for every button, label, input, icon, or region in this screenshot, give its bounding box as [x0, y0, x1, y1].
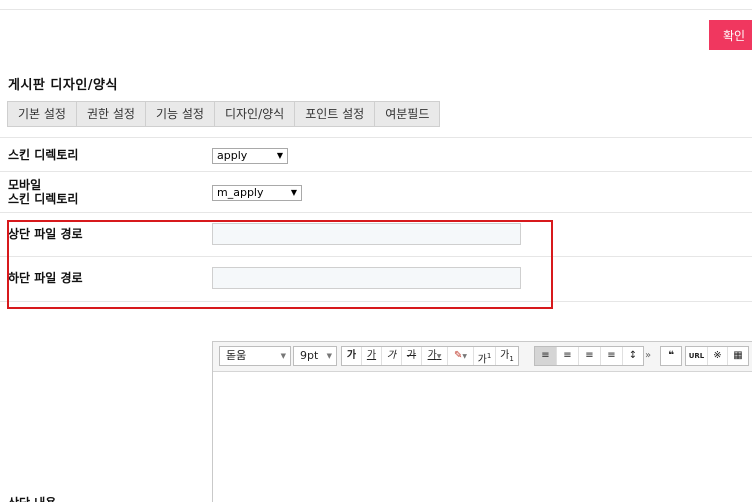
line-height-icon[interactable]: ↕ — [623, 347, 643, 365]
quote-group: ❝ — [660, 346, 682, 366]
skin-dir-value: apply — [217, 149, 248, 162]
align-center-icon[interactable]: ≡ — [557, 347, 579, 365]
highlight-color-button[interactable]: ✎▼ — [448, 347, 474, 365]
text-style-group: 가 가 가 가 가▼ ✎▼ 가1 가1 — [341, 346, 519, 366]
dropdown-arrow-icon: ▼ — [276, 151, 283, 160]
quote-icon[interactable]: ❝ — [661, 347, 681, 365]
section-title: 게시판 디자인/양식 — [8, 78, 118, 93]
top-divider — [0, 9, 752, 10]
skin-dir-label: 스킨 디렉토리 — [8, 148, 79, 162]
mobile-skin-dir-label: 모바일 스킨 디렉토리 — [8, 178, 78, 206]
subscript-mark-icon: 1 — [509, 355, 514, 363]
tab-point-settings[interactable]: 포인트 설정 — [295, 102, 376, 126]
table-icon[interactable]: ▦ — [728, 347, 748, 365]
settings-tabs: 기본 설정 권한 설정 기능 설정 디자인/양식 포인트 설정 여분필드 — [7, 101, 441, 127]
align-justify-icon[interactable]: ≡ — [601, 347, 623, 365]
italic-button[interactable]: 가 — [382, 347, 402, 365]
subscript-label: 가 — [500, 350, 510, 361]
chevron-down-icon: ▼ — [462, 353, 467, 360]
tab-feature-settings[interactable]: 기능 설정 — [146, 102, 215, 126]
align-right-icon[interactable]: ≡ — [579, 347, 601, 365]
font-size-value: 9pt — [300, 349, 319, 362]
mobile-skin-dir-value: m_apply — [217, 186, 264, 199]
dropdown-arrow-icon: ▼ — [290, 188, 297, 197]
row-divider — [0, 171, 752, 172]
dropdown-arrow-icon: ▼ — [326, 352, 332, 360]
top-content-label: 상단 내용 — [8, 494, 56, 502]
more-tools-icon[interactable]: » — [645, 348, 651, 364]
mobile-skin-label-line2: 스킨 디렉토리 — [8, 192, 79, 206]
superscript-mark-icon: 1 — [486, 352, 492, 360]
mobile-skin-label-line1: 모바일 — [8, 178, 42, 192]
confirm-button[interactable]: 확인 — [709, 20, 752, 50]
special-char-button[interactable]: ※ — [708, 347, 728, 365]
skin-dir-select[interactable]: apply ▼ — [212, 148, 288, 164]
tab-extra-fields[interactable]: 여분필드 — [375, 102, 439, 126]
superscript-button[interactable]: 가1 — [474, 347, 496, 365]
url-link-button[interactable]: URL — [686, 347, 708, 365]
font-family-select[interactable]: 돋움 ▼ — [219, 346, 291, 366]
row-divider — [0, 137, 752, 138]
font-family-value: 돋움 — [226, 349, 247, 362]
underline-button[interactable]: 가 — [362, 347, 382, 365]
bold-button[interactable]: 가 — [342, 347, 362, 365]
align-left-icon[interactable]: ≡ — [535, 347, 557, 365]
tab-design-form[interactable]: 디자인/양식 — [215, 102, 296, 126]
font-color-label: 가 — [427, 350, 437, 361]
font-size-select[interactable]: 9pt ▼ — [293, 346, 337, 366]
mobile-skin-dir-select[interactable]: m_apply ▼ — [212, 185, 302, 201]
editor-toolbar: 돋움 ▼ 9pt ▼ 가 가 가 가 가▼ ✎▼ 가1 가1 ≡ ≡ ≡ ≡ ↕… — [213, 342, 752, 372]
tab-basic-settings[interactable]: 기본 설정 — [8, 102, 77, 126]
subscript-button[interactable]: 가1 — [496, 347, 518, 365]
chevron-down-icon: ▼ — [436, 353, 442, 360]
align-group: ≡ ≡ ≡ ≡ ↕ — [534, 346, 644, 366]
row-divider — [0, 212, 752, 213]
tab-permission-settings[interactable]: 권한 설정 — [77, 102, 146, 126]
highlight-box — [7, 220, 553, 309]
dropdown-arrow-icon: ▼ — [280, 352, 286, 360]
insert-group: URL ※ ▦ — [685, 346, 749, 366]
font-color-button[interactable]: 가▼ — [422, 347, 448, 365]
superscript-label: 가 — [477, 354, 487, 366]
strikethrough-button[interactable]: 가 — [402, 347, 422, 365]
top-content-editor[interactable]: 돋움 ▼ 9pt ▼ 가 가 가 가 가▼ ✎▼ 가1 가1 ≡ ≡ ≡ ≡ ↕… — [212, 341, 752, 502]
